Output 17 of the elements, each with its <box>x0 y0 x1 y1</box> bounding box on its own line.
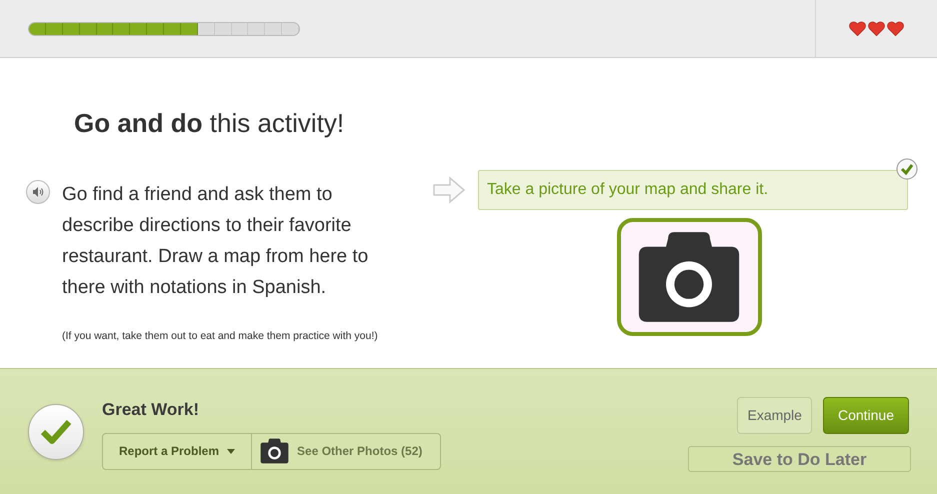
camera-icon <box>260 438 290 464</box>
photo-upload-button[interactable] <box>616 218 762 336</box>
note-text: (If you want, take them out to eat and make them practice with you!) <box>62 329 379 344</box>
report-problem-button[interactable]: Report a Problem <box>103 434 252 469</box>
activity-title: Go and do this activity! <box>74 107 346 140</box>
caret-icon <box>227 448 236 454</box>
task-prompt: Take a picture of your map and share it. <box>478 170 908 210</box>
other-photos-button[interactable]: See Other Photos (52) <box>252 434 440 469</box>
arrow-icon <box>432 176 466 204</box>
continue-button[interactable]: Continue <box>822 397 909 434</box>
success-check-icon <box>28 404 84 460</box>
speaker-button[interactable] <box>26 180 50 204</box>
status-text: Great Work! <box>102 399 200 422</box>
save-later-button[interactable]: Save to Do Later <box>688 446 911 472</box>
speaker-icon <box>32 186 44 198</box>
instructions-text: Go find a friend and ask them to describe directions to their favorite restaurant. Draw a map from here to there with notations in Spanish. <box>62 183 370 300</box>
example-button[interactable]: Example <box>737 397 812 434</box>
